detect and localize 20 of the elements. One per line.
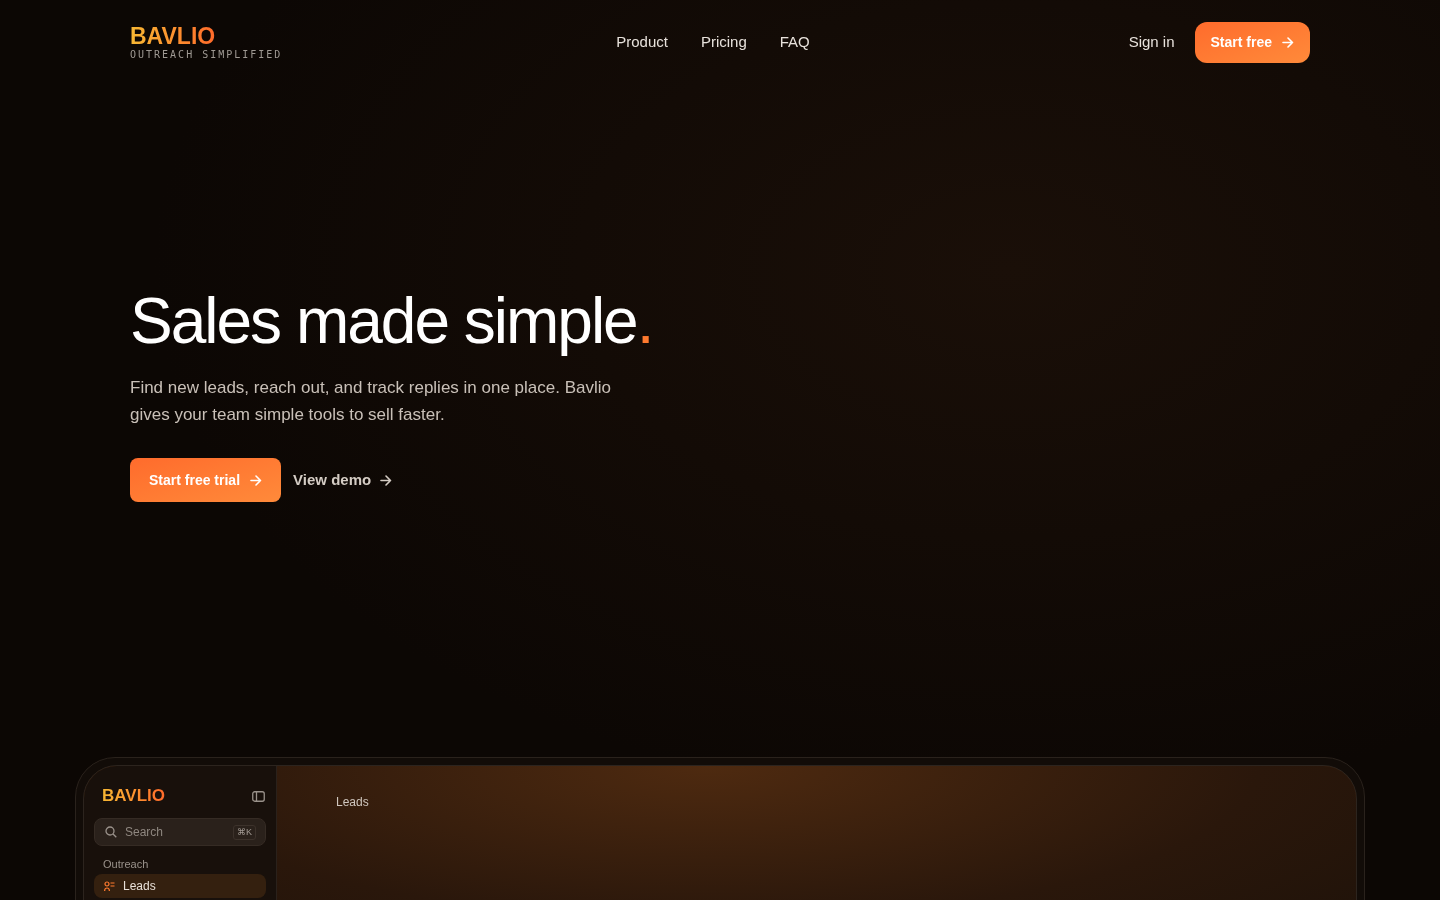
sidebar-toggle-icon[interactable] — [252, 790, 265, 802]
shortcut-hint: ⌘K — [233, 824, 256, 840]
sign-in-link[interactable]: Sign in — [1128, 30, 1175, 54]
sidebar-section-label: Outreach — [102, 857, 150, 871]
nav-link[interactable]: Pricing — [700, 30, 747, 54]
page-title: Leads — [336, 795, 369, 809]
search-placeholder: Search — [125, 824, 165, 841]
search-icon — [105, 826, 117, 838]
hero-headline: Sales made simple. — [130, 285, 653, 357]
search-field[interactable]: Search ⌘K — [94, 818, 266, 846]
hero-description: Find new leads, reach out, and track replies in one place. Bavlio gives your team simple tools to sell faster. — [130, 377, 612, 426]
arrow-right-icon — [1282, 36, 1294, 48]
arrow-right-icon — [250, 474, 263, 486]
sidebar-item[interactable]: Leads — [94, 874, 266, 898]
nav-link[interactable]: FAQ — [779, 30, 810, 54]
arrow-right-icon — [380, 474, 393, 486]
view-demo-link[interactable]: View demo — [293, 468, 393, 492]
nav-link[interactable]: Product — [616, 30, 668, 54]
tagline: OUTREACH SIMPLIFIED — [130, 48, 283, 61]
users-icon — [104, 880, 115, 892]
